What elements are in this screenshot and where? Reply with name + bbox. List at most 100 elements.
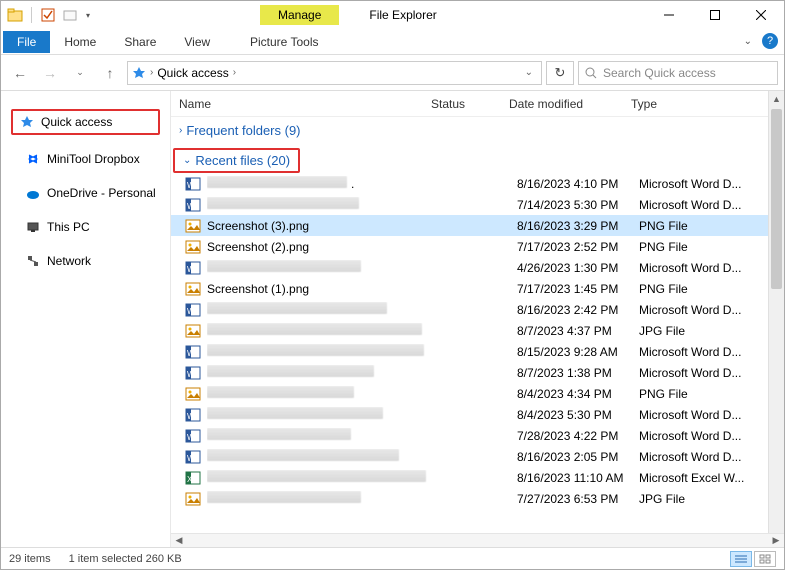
- file-list-panel: Name Status Date modified Type › Frequen…: [171, 91, 784, 547]
- tab-view[interactable]: View: [170, 31, 224, 53]
- breadcrumb-separator-icon[interactable]: ›: [150, 67, 153, 78]
- vertical-scrollbar[interactable]: ▲ ▼: [768, 91, 784, 547]
- file-type: PNG File: [639, 387, 688, 401]
- contextual-tab-manage[interactable]: Manage: [260, 5, 339, 25]
- file-date: 7/17/2023 2:52 PM: [517, 240, 639, 254]
- navigation-bar: ← → ⌄ ↑ › Quick access › ⌄ ↻ Search Quic…: [1, 55, 784, 91]
- file-row[interactable]: W7/28/2023 4:22 PMMicrosoft Word D...: [171, 425, 768, 446]
- file-row[interactable]: 8/4/2023 4:34 PMPNG File: [171, 383, 768, 404]
- close-button[interactable]: [738, 1, 784, 29]
- qat-newfolder-icon[interactable]: [62, 7, 78, 23]
- column-header-status[interactable]: Status: [431, 97, 509, 111]
- title-bar: ▾ Manage File Explorer: [1, 1, 784, 29]
- sidebar-label: This PC: [47, 220, 90, 234]
- file-type: PNG File: [639, 282, 688, 296]
- file-date: 7/14/2023 5:30 PM: [517, 198, 639, 212]
- svg-text:W: W: [187, 370, 195, 379]
- file-date: 8/16/2023 2:42 PM: [517, 303, 639, 317]
- file-row[interactable]: Screenshot (2).png7/17/2023 2:52 PMPNG F…: [171, 236, 768, 257]
- search-box[interactable]: Search Quick access: [578, 61, 778, 85]
- forward-button[interactable]: →: [37, 60, 63, 86]
- sidebar-item-onedrive[interactable]: OneDrive - Personal: [1, 181, 170, 205]
- minimize-button[interactable]: [646, 1, 692, 29]
- onedrive-icon: [25, 185, 41, 201]
- file-type-icon: W: [185, 449, 201, 465]
- file-type-icon: W: [185, 302, 201, 318]
- file-row[interactable]: W7/14/2023 5:30 PMMicrosoft Word D...: [171, 194, 768, 215]
- file-type-icon: [185, 491, 201, 507]
- file-type: Microsoft Word D...: [639, 303, 741, 317]
- sidebar-label: Network: [47, 254, 91, 268]
- file-row[interactable]: Screenshot (1).png7/17/2023 1:45 PMPNG F…: [171, 278, 768, 299]
- ribbon-collapse-icon[interactable]: ⌄: [744, 36, 752, 47]
- sidebar-item-network[interactable]: Network: [1, 249, 170, 273]
- file-type-icon: W: [185, 428, 201, 444]
- tab-picture-tools[interactable]: Picture Tools: [240, 31, 328, 53]
- file-row[interactable]: 7/27/2023 6:53 PMJPG File: [171, 488, 768, 509]
- breadcrumb-separator-icon[interactable]: ›: [233, 67, 236, 78]
- chevron-down-icon: ⌄: [183, 155, 191, 166]
- tab-share[interactable]: Share: [110, 31, 170, 53]
- view-details-button[interactable]: [730, 551, 752, 567]
- star-icon: [19, 114, 35, 130]
- status-selection: 1 item selected 260 KB: [69, 553, 182, 565]
- scroll-up-arrow-icon[interactable]: ▲: [769, 91, 784, 107]
- tab-home[interactable]: Home: [50, 31, 110, 53]
- file-type: Microsoft Word D...: [639, 345, 741, 359]
- maximize-button[interactable]: [692, 1, 738, 29]
- file-row[interactable]: 8/7/2023 4:37 PMJPG File: [171, 320, 768, 341]
- scroll-left-arrow-icon[interactable]: ◀: [171, 535, 187, 546]
- sidebar-item-dropbox[interactable]: MiniTool Dropbox: [1, 147, 170, 171]
- file-row[interactable]: X8/16/2023 11:10 AMMicrosoft Excel W...: [171, 467, 768, 488]
- group-frequent-folders[interactable]: › Frequent folders (9): [171, 117, 768, 144]
- file-type-icon: W: [185, 260, 201, 276]
- svg-text:W: W: [187, 412, 195, 421]
- back-button[interactable]: ←: [7, 60, 33, 86]
- svg-text:W: W: [187, 265, 195, 274]
- breadcrumb-quick-access[interactable]: Quick access: [157, 66, 228, 80]
- sidebar-item-quick-access[interactable]: Quick access: [11, 109, 160, 135]
- horizontal-scrollbar[interactable]: ◀ ▶: [171, 533, 784, 547]
- file-type-icon: [185, 323, 201, 339]
- file-type: Microsoft Excel W...: [639, 471, 744, 485]
- file-row[interactable]: Screenshot (3).png8/16/2023 3:29 PMPNG F…: [171, 215, 768, 236]
- scrollbar-thumb[interactable]: [771, 109, 782, 289]
- file-row[interactable]: W8/7/2023 1:38 PMMicrosoft Word D...: [171, 362, 768, 383]
- address-bar[interactable]: › Quick access › ⌄: [127, 61, 542, 85]
- up-button[interactable]: ↑: [97, 60, 123, 86]
- file-row[interactable]: W.8/16/2023 4:10 PMMicrosoft Word D...: [171, 173, 768, 194]
- svg-text:W: W: [187, 181, 195, 190]
- tab-file[interactable]: File: [3, 31, 50, 53]
- file-row[interactable]: W8/16/2023 2:05 PMMicrosoft Word D...: [171, 446, 768, 467]
- ribbon-tabs: File Home Share View Picture Tools ⌄ ?: [1, 29, 784, 55]
- navigation-pane: Quick access MiniTool Dropbox OneDrive -…: [1, 91, 171, 547]
- file-type: Microsoft Word D...: [639, 408, 741, 422]
- file-date: 8/16/2023 4:10 PM: [517, 177, 639, 191]
- file-type: PNG File: [639, 240, 688, 254]
- group-label: Frequent folders (9): [186, 123, 300, 138]
- file-row[interactable]: W4/26/2023 1:30 PMMicrosoft Word D...: [171, 257, 768, 278]
- sidebar-item-this-pc[interactable]: This PC: [1, 215, 170, 239]
- file-date: 7/28/2023 4:22 PM: [517, 429, 639, 443]
- view-large-icons-button[interactable]: [754, 551, 776, 567]
- recent-locations-dropdown[interactable]: ⌄: [67, 60, 93, 86]
- group-label: Recent files (20): [195, 153, 290, 168]
- scroll-right-arrow-icon[interactable]: ▶: [768, 535, 784, 546]
- file-row[interactable]: W8/15/2023 9:28 AMMicrosoft Word D...: [171, 341, 768, 362]
- address-dropdown-icon[interactable]: ⌄: [525, 67, 533, 78]
- file-type: JPG File: [639, 324, 685, 338]
- file-type: PNG File: [639, 219, 688, 233]
- help-icon[interactable]: ?: [762, 33, 778, 49]
- file-type: Microsoft Word D...: [639, 198, 741, 212]
- file-row[interactable]: W 8/16/2023 2:42 PMMicrosoft Word D...: [171, 299, 768, 320]
- file-row[interactable]: W8/4/2023 5:30 PMMicrosoft Word D...: [171, 404, 768, 425]
- group-recent-files[interactable]: ⌄ Recent files (20): [173, 148, 300, 173]
- column-header-name[interactable]: Name: [171, 97, 431, 111]
- main-area: Quick access MiniTool Dropbox OneDrive -…: [1, 91, 784, 547]
- refresh-button[interactable]: ↻: [546, 61, 574, 85]
- qat-customize-dropdown[interactable]: ▾: [86, 11, 90, 20]
- column-header-type[interactable]: Type: [631, 97, 784, 111]
- column-header-date[interactable]: Date modified: [509, 97, 631, 111]
- svg-text:W: W: [187, 307, 195, 316]
- qat-properties-icon[interactable]: [40, 7, 56, 23]
